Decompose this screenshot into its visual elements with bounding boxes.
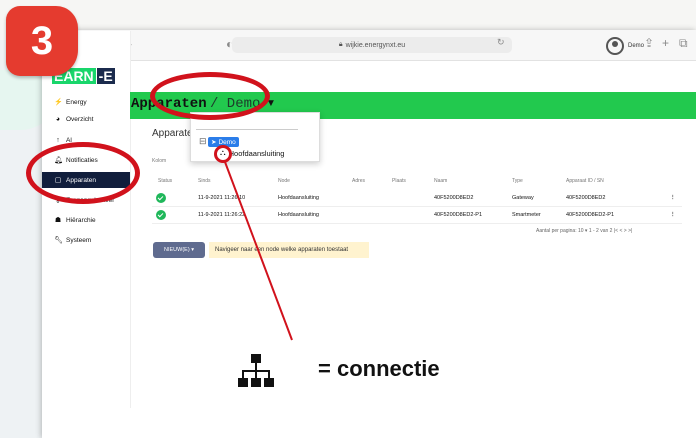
step-badge: 3 <box>6 6 78 76</box>
connection-icon <box>238 354 274 387</box>
legend-text: = connectie <box>318 356 440 381</box>
